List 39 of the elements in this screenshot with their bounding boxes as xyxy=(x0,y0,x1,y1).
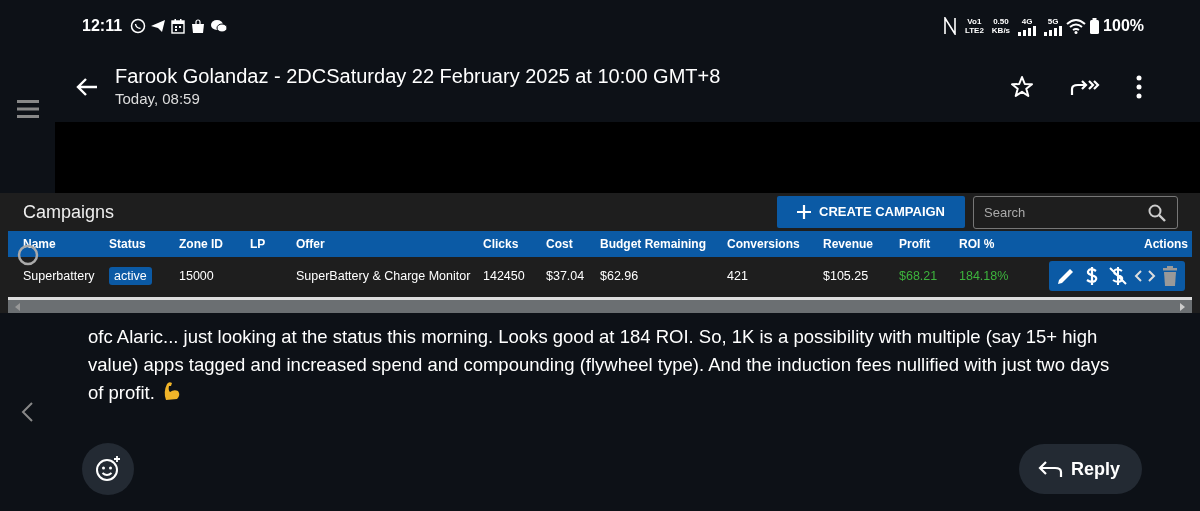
column-header: Name xyxy=(23,236,57,253)
table-cell-text: $105.25 xyxy=(823,267,870,285)
table-cell-text: SuperBattery & Charge Monitor xyxy=(296,267,472,285)
email-date: Today, 08:59 xyxy=(115,88,201,109)
column-header: ROI % xyxy=(959,236,996,253)
column-header: Actions xyxy=(1143,236,1189,253)
table-cell-text: Superbattery xyxy=(23,267,96,285)
panel-title: Campaigns xyxy=(22,200,115,224)
message-text: ofc Alaric... just looking at the status this morning. Looks good at 184 ROI. So, 1K is a possibility with multiple (say 15+ high value) apps tagged and increased spend and compounding (flywheel type). And the induction fees nullified with just two days of profit. xyxy=(88,325,1111,405)
speed-value: 0.50 xyxy=(992,17,1010,26)
column-header: Offer xyxy=(296,236,326,253)
column-header: Clicks xyxy=(483,236,520,253)
network-type: 4G xyxy=(1020,16,1034,26)
email-subject: Farook Golandaz - 2DCSaturday 22 February 2025 at 10:00 GMT+8 xyxy=(115,63,722,88)
column-header: LP xyxy=(250,236,267,253)
column-header: Profit xyxy=(899,236,932,253)
signal-label: LTE2 xyxy=(964,26,984,35)
speed-unit: KB/s xyxy=(991,26,1011,35)
clock-time: 12:11 xyxy=(82,16,123,36)
table-cell-text: 15000 xyxy=(179,267,215,285)
table-cell-text: $68.21 xyxy=(899,267,939,285)
status-label: active xyxy=(109,266,152,285)
battery-percent: 100% xyxy=(1103,16,1144,36)
column-header: Revenue xyxy=(823,236,875,253)
column-header: Conversions xyxy=(727,236,801,253)
table-cell-text: 142450 xyxy=(483,267,526,285)
signal-label: Vo1 xyxy=(966,17,983,26)
reply-button[interactable]: Reply xyxy=(1018,444,1142,494)
column-header: Status xyxy=(109,236,147,253)
column-header: Budget Remaining xyxy=(600,236,707,253)
search-field[interactable]: Search xyxy=(973,195,1178,229)
table-cell-text: $37.04 xyxy=(546,267,586,285)
column-header: Zone ID xyxy=(179,236,224,253)
network-type: 5G xyxy=(1046,16,1060,26)
create-campaign-button[interactable]: CREATE CAMPAIGN xyxy=(777,195,965,228)
table-cell-text: 184.18% xyxy=(959,267,1010,285)
table-cell-text: 421 xyxy=(727,267,749,285)
column-header: Cost xyxy=(546,236,574,253)
table-cell-text: $62.96 xyxy=(600,267,640,285)
